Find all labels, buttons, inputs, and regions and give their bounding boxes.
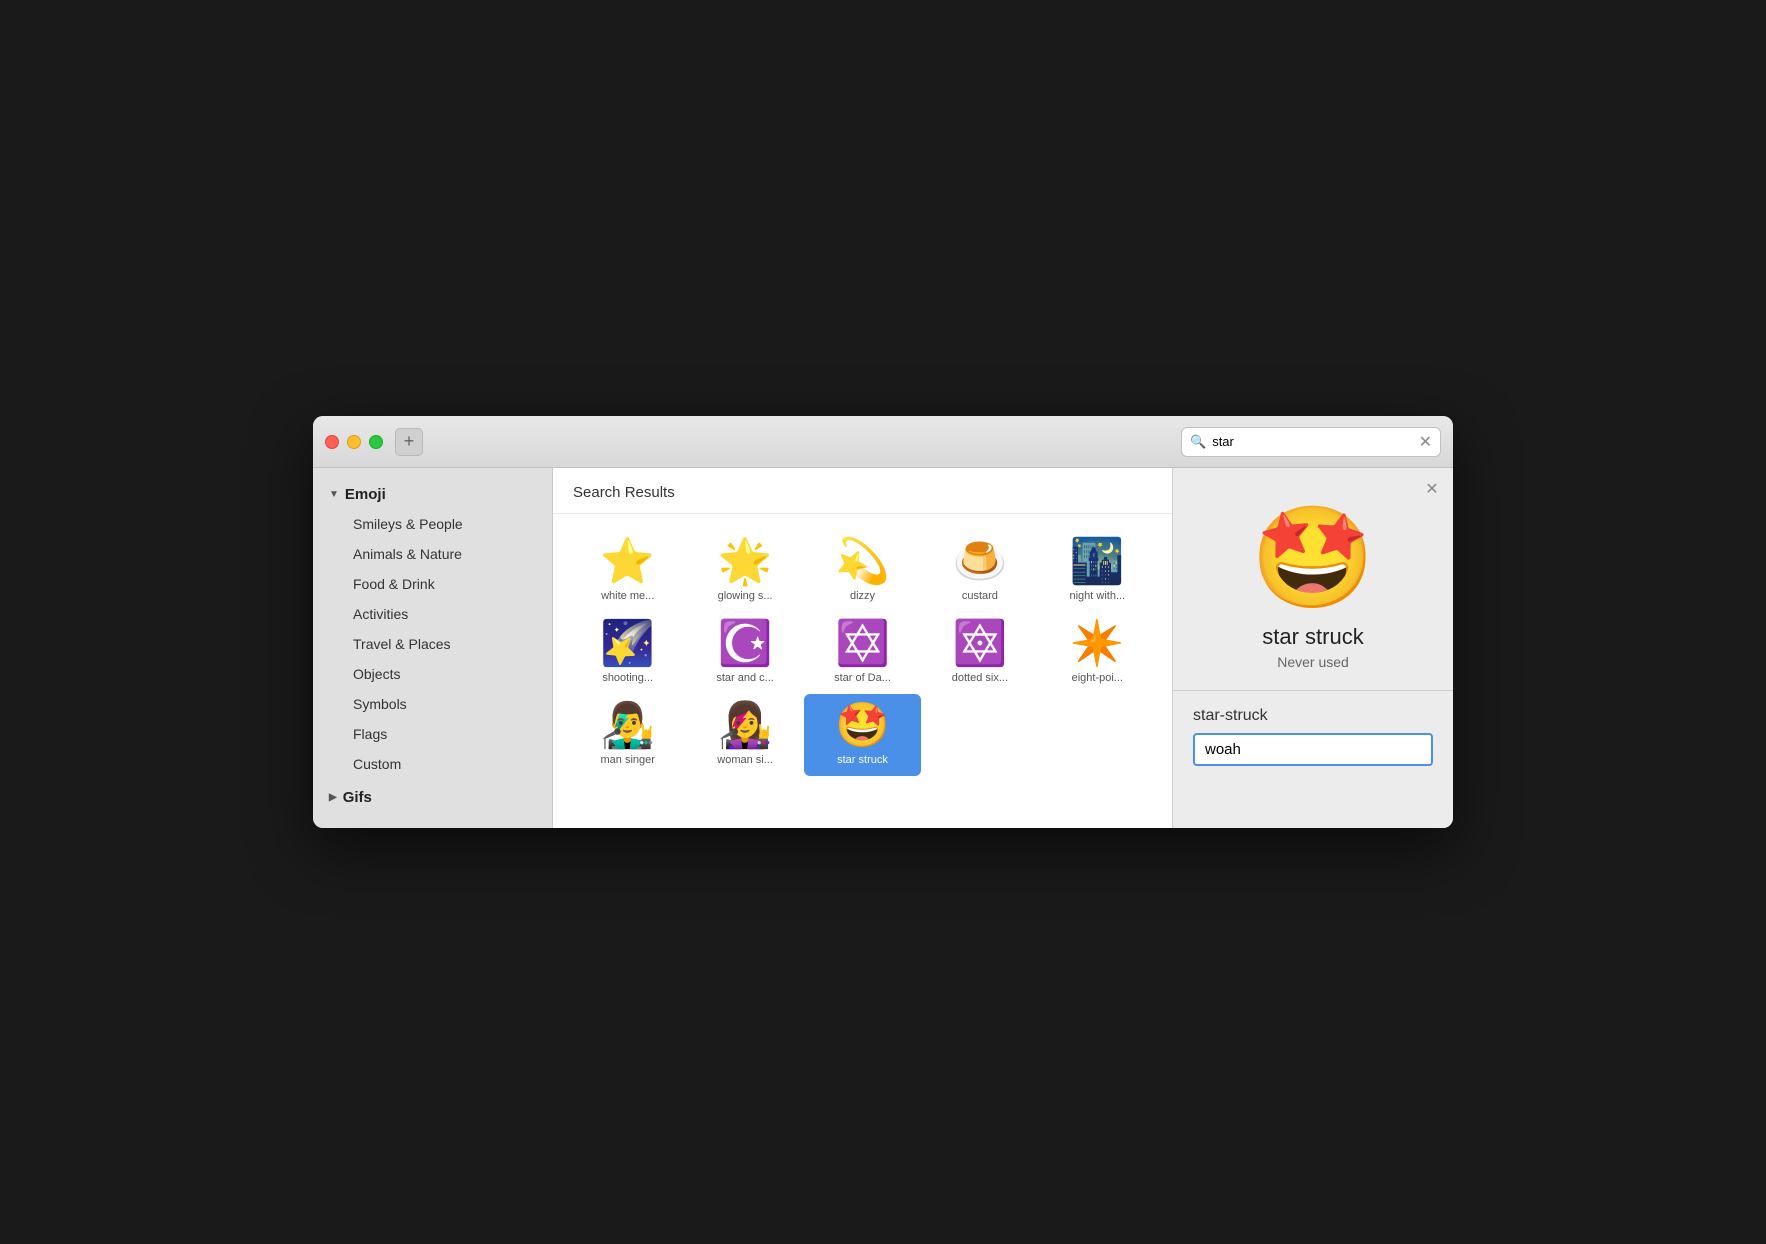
close-button[interactable] <box>325 435 339 449</box>
gifs-section-header[interactable]: ▶ Gifs <box>313 783 552 812</box>
emoji-label: glowing s... <box>718 590 773 602</box>
gifs-section: ▶ Gifs <box>313 783 552 812</box>
sidebar-item-flags[interactable]: Flags <box>313 719 552 749</box>
detail-emoji-name: star struck <box>1262 624 1363 650</box>
maximize-button[interactable] <box>369 435 383 449</box>
emoji-item-star-and-crescent[interactable]: ☪️ star and c... <box>686 612 803 694</box>
detail-emoji-large: 🤩 <box>1251 508 1376 608</box>
emoji-glyph: 🔯 <box>952 622 1007 666</box>
search-clear-button[interactable]: ✕ <box>1419 432 1432 452</box>
emoji-label: night with... <box>1069 590 1125 602</box>
emoji-label: star of Da... <box>834 672 891 684</box>
app-window: + 🔍 ✕ ▼ Emoji Smileys & People Animals &… <box>313 416 1453 828</box>
emoji-item-man-singer[interactable]: 👨‍🎤 man singer <box>569 694 686 776</box>
emoji-glyph: ⭐ <box>600 540 655 584</box>
new-tab-button[interactable]: + <box>395 428 423 456</box>
emoji-label: shooting... <box>602 672 653 684</box>
emoji-label: eight-poi... <box>1072 672 1123 684</box>
results-panel: Search Results ⭐ white me... 🌟 glowing s… <box>553 468 1173 828</box>
sidebar-item-smileys-people[interactable]: Smileys & People <box>313 509 552 539</box>
detail-divider <box>1173 690 1453 691</box>
detail-usage-text: Never used <box>1277 654 1349 670</box>
sidebar-item-symbols[interactable]: Symbols <box>313 689 552 719</box>
sidebar-item-activities[interactable]: Activities <box>313 599 552 629</box>
emoji-item-custard[interactable]: 🍮 custard <box>921 530 1038 612</box>
emoji-label: woman si... <box>717 754 773 766</box>
sidebar-item-travel-places[interactable]: Travel & Places <box>313 629 552 659</box>
emoji-label: man singer <box>600 754 654 766</box>
emoji-section-label: Emoji <box>345 486 386 503</box>
emoji-section-header[interactable]: ▼ Emoji <box>313 480 552 509</box>
minimize-button[interactable] <box>347 435 361 449</box>
sidebar: ▼ Emoji Smileys & People Animals & Natur… <box>313 468 553 828</box>
emoji-glyph: 👨‍🎤 <box>600 704 655 748</box>
emoji-glyph: 🤩 <box>835 704 890 748</box>
emoji-glyph: 💫 <box>835 540 890 584</box>
emoji-item-star-of-david[interactable]: ✡️ star of Da... <box>804 612 921 694</box>
emoji-glyph: ✴️ <box>1070 622 1125 666</box>
emoji-glyph: 👩‍🎤 <box>718 704 773 748</box>
emoji-item-white-medium-star[interactable]: ⭐ white me... <box>569 530 686 612</box>
emoji-item-shooting-star[interactable]: 🌠 shooting... <box>569 612 686 694</box>
triangle-down-icon: ▼ <box>329 489 339 500</box>
detail-shortcode-input[interactable] <box>1193 733 1433 766</box>
emoji-glyph: 🌟 <box>718 540 773 584</box>
detail-shortcode-label: star-struck <box>1173 707 1268 725</box>
sidebar-item-animals-nature[interactable]: Animals & Nature <box>313 539 552 569</box>
search-icon: 🔍 <box>1190 434 1206 450</box>
emoji-glyph: ☪️ <box>718 622 773 666</box>
results-header: Search Results <box>553 468 1172 514</box>
emoji-glyph: ✡️ <box>835 622 890 666</box>
emoji-category-list: Smileys & People Animals & Nature Food &… <box>313 509 552 779</box>
sidebar-item-objects[interactable]: Objects <box>313 659 552 689</box>
emoji-item-eight-pointed-star[interactable]: ✴️ eight-poi... <box>1039 612 1156 694</box>
emoji-item-star-struck[interactable]: 🤩 star struck <box>804 694 921 776</box>
emoji-grid: ⭐ white me... 🌟 glowing s... 💫 dizzy 🍮 c… <box>553 514 1172 792</box>
title-bar: + 🔍 ✕ <box>313 416 1453 468</box>
detail-close-button[interactable]: ✕ <box>1423 480 1441 498</box>
emoji-label: star struck <box>837 754 888 766</box>
emoji-glyph: 🌠 <box>600 622 655 666</box>
emoji-label: custard <box>962 590 998 602</box>
search-input[interactable] <box>1212 434 1412 449</box>
gifs-section-label: Gifs <box>343 789 372 806</box>
sidebar-item-custom[interactable]: Custom <box>313 749 552 779</box>
sidebar-item-food-drink[interactable]: Food & Drink <box>313 569 552 599</box>
main-content: ▼ Emoji Smileys & People Animals & Natur… <box>313 468 1453 828</box>
emoji-item-night-with-stars[interactable]: 🌃 night with... <box>1039 530 1156 612</box>
emoji-glyph: 🌃 <box>1070 540 1125 584</box>
emoji-label: star and c... <box>716 672 773 684</box>
search-bar: 🔍 ✕ <box>1181 427 1441 457</box>
emoji-item-dizzy[interactable]: 💫 dizzy <box>804 530 921 612</box>
traffic-lights <box>325 435 383 449</box>
emoji-glyph: 🍮 <box>952 540 1007 584</box>
emoji-label: dizzy <box>850 590 875 602</box>
emoji-label: dotted six... <box>952 672 1008 684</box>
emoji-item-woman-singer[interactable]: 👩‍🎤 woman si... <box>686 694 803 776</box>
triangle-right-icon: ▶ <box>329 792 337 803</box>
emoji-item-glowing-star[interactable]: 🌟 glowing s... <box>686 530 803 612</box>
emoji-label: white me... <box>601 590 654 602</box>
emoji-item-dotted-six-pointed-star[interactable]: 🔯 dotted six... <box>921 612 1038 694</box>
emoji-section: ▼ Emoji Smileys & People Animals & Natur… <box>313 480 552 779</box>
detail-panel: ✕ 🤩 star struck Never used star-struck <box>1173 468 1453 828</box>
